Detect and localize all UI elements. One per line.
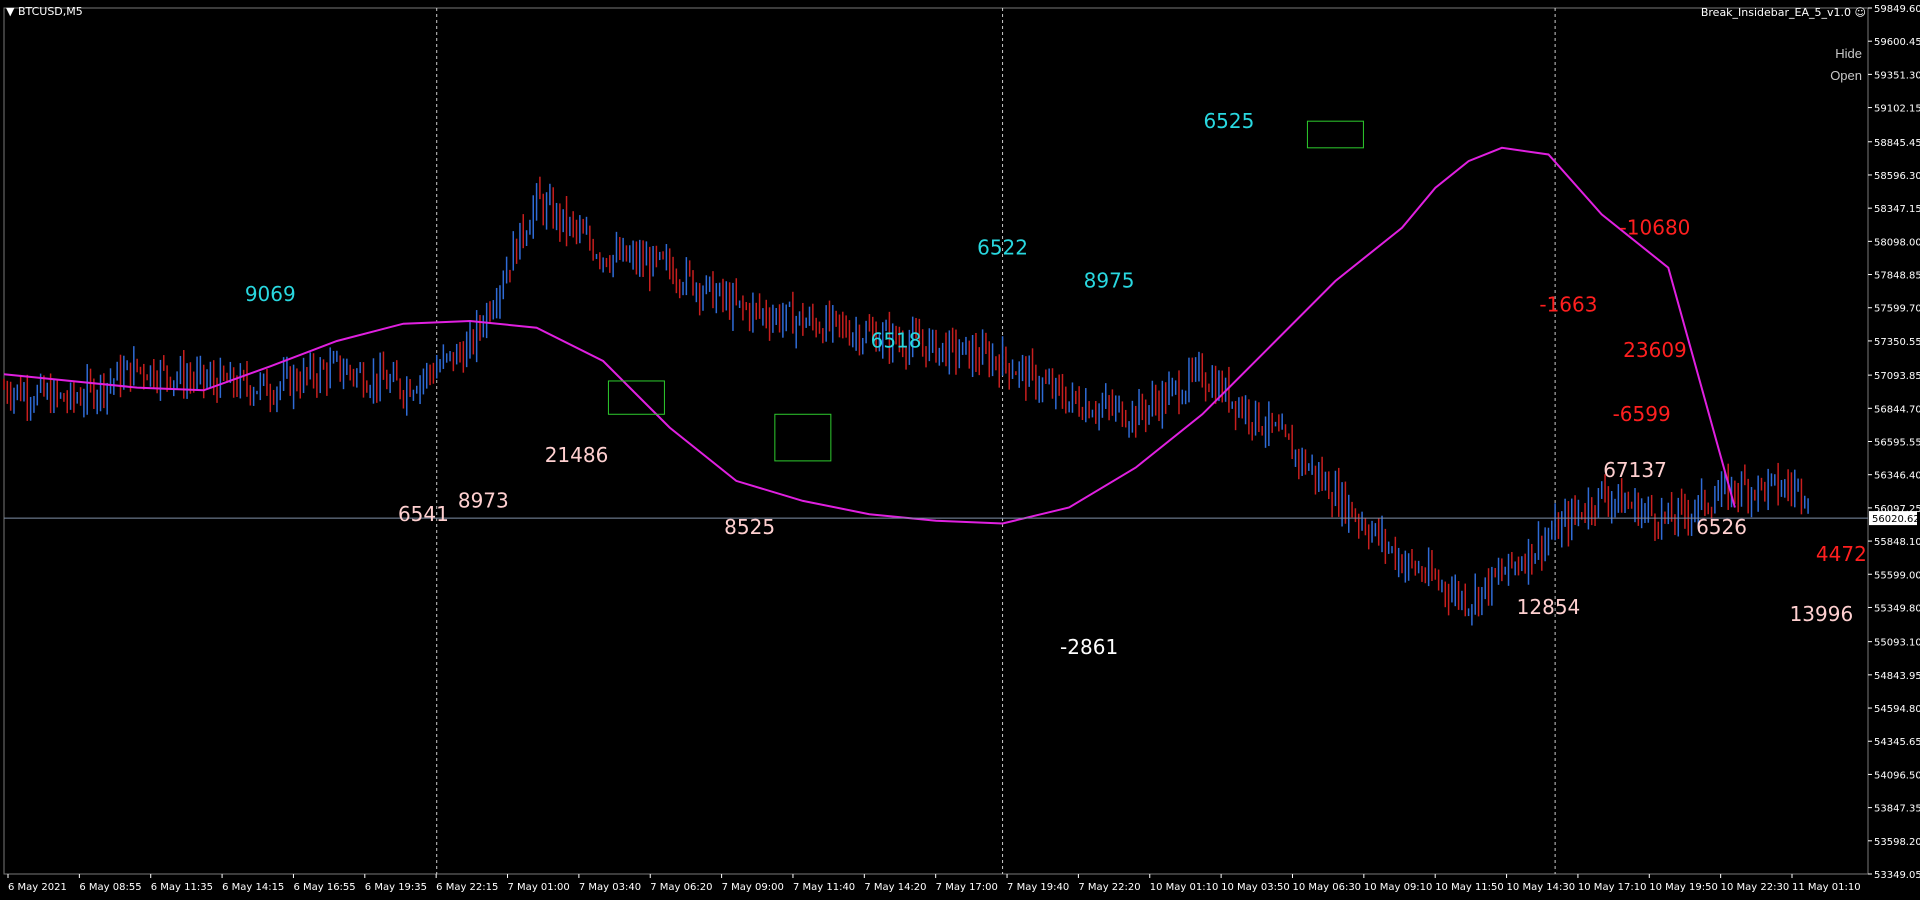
trade-profit-label: -6599	[1613, 402, 1671, 426]
y-axis-tick-label: 53349.05	[1874, 870, 1920, 881]
price-chart[interactable]: 56020.62 9069 6541 8973 21486 8525 6518 6522 897…	[0, 0, 1920, 900]
trade-profit-label: 6541	[398, 502, 449, 526]
y-axis-tick-label: 58098.00	[1874, 237, 1920, 248]
x-axis-tick-label: 10 May 14:30	[1507, 882, 1576, 893]
symbol-title-text: BTCUSD,M5	[17, 5, 83, 18]
y-axis-tick-label: 57350.55	[1874, 337, 1920, 348]
trade-profit-label: 6522	[977, 235, 1028, 259]
open-button[interactable]: Open	[1830, 68, 1862, 83]
x-axis-tick-label: 7 May 01:00	[508, 882, 570, 893]
trade-profit-label: 6518	[871, 329, 922, 353]
y-axis-tick-label: 59102.15	[1874, 104, 1920, 115]
x-axis-tick-label: 7 May 06:20	[650, 882, 712, 893]
y-axis-tick-label: 56844.70	[1874, 404, 1920, 415]
y-axis-tick-label: 56346.40	[1874, 471, 1920, 482]
y-axis-tick-label: 57848.85	[1874, 271, 1920, 282]
x-axis-tick-label: 7 May 22:20	[1078, 882, 1140, 893]
x-axis-tick-label: 7 May 11:40	[793, 882, 855, 893]
moving-average-line	[3, 146, 1736, 525]
x-axis-tick-label: 7 May 03:40	[579, 882, 641, 893]
x-axis-tick-label: 11 May 01:10	[1792, 882, 1861, 893]
y-axis-tick-label: 53598.20	[1874, 837, 1920, 848]
x-axis-tick-label: 6 May 19:35	[365, 882, 427, 893]
trade-profit-label: 12854	[1517, 595, 1581, 619]
x-axis-tick-label: 7 May 14:20	[864, 882, 926, 893]
trade-profit-label: 8975	[1084, 269, 1135, 293]
x-axis-tick-label: 10 May 11:50	[1435, 882, 1504, 893]
y-axis-tick-label: 56097.25	[1874, 504, 1920, 515]
x-axis-tick-label: 10 May 17:10	[1578, 882, 1647, 893]
trade-profit-label: 6525	[1203, 109, 1254, 133]
x-axis-tick-label: 10 May 09:10	[1364, 882, 1433, 893]
trade-profit-label: 4472	[1816, 542, 1867, 566]
y-axis-tick-label: 58347.15	[1874, 204, 1920, 215]
y-axis-tick-label: 58596.30	[1874, 171, 1920, 182]
x-axis-tick-label: 6 May 2021	[8, 882, 67, 893]
x-axis-tick-label: 7 May 17:00	[936, 882, 998, 893]
x-axis-tick-label: 10 May 03:50	[1221, 882, 1290, 893]
trade-profit-label: 6526	[1696, 515, 1747, 539]
y-axis-tick-label: 57599.70	[1874, 304, 1920, 315]
x-axis-tick-label: 7 May 09:00	[722, 882, 784, 893]
trade-profit-label: 13996	[1790, 602, 1854, 626]
inside-bar-box	[1306, 120, 1364, 149]
y-axis-tick-label: 55599.00	[1874, 570, 1920, 581]
inside-bar-box	[774, 413, 832, 462]
y-axis-tick-label: 54096.50	[1874, 770, 1920, 781]
y-axis-tick-label: 56595.55	[1874, 438, 1920, 449]
y-axis-tick-label: 55848.10	[1874, 537, 1920, 548]
trade-profit-label: 8525	[724, 515, 775, 539]
inside-bar-box	[607, 380, 665, 415]
x-axis-tick-label: 6 May 08:55	[79, 882, 141, 893]
y-axis-tick-label: 55349.80	[1874, 603, 1920, 614]
y-axis-tick-label: 55093.10	[1874, 638, 1920, 649]
dropdown-triangle-icon[interactable]: ▼	[6, 5, 18, 18]
chart-area[interactable]: 56020.62 9069 6541 8973 21486 8525 6518 6522 897…	[0, 0, 1920, 900]
symbol-title: ▼ BTCUSD,M5	[6, 5, 83, 18]
smiley-icon: ☺	[1854, 6, 1866, 19]
y-axis-tick-label: 54843.95	[1874, 671, 1920, 682]
y-axis-tick-label: 59351.30	[1874, 70, 1920, 81]
x-axis-tick-label: 10 May 06:30	[1292, 882, 1361, 893]
y-axis-tick-label: 54345.65	[1874, 737, 1920, 748]
x-axis-tick-label: 10 May 01:10	[1150, 882, 1219, 893]
current-price-value: 56020.62	[1872, 514, 1920, 525]
x-axis-tick-label: 6 May 11:35	[151, 882, 213, 893]
x-axis-tick-label: 7 May 19:40	[1007, 882, 1069, 893]
x-axis-tick-label: 6 May 14:15	[222, 882, 284, 893]
expert-advisor-label[interactable]: Break_Insidebar_EA_5_v1.0 ☺	[1701, 6, 1866, 19]
trade-profit-label: 21486	[545, 443, 609, 467]
trade-profit-label: -1663	[1539, 293, 1597, 317]
y-axis-tick-label: 53847.35	[1874, 804, 1920, 815]
trade-profit-label: 9069	[245, 282, 296, 306]
expert-advisor-name: Break_Insidebar_EA_5_v1.0	[1700, 6, 1852, 19]
y-axis-tick-label: 59600.45	[1874, 37, 1920, 48]
x-axis-tick-label: 6 May 22:15	[436, 882, 498, 893]
y-axis-tick-label: 58845.45	[1874, 138, 1920, 149]
hide-button[interactable]: Hide	[1835, 46, 1862, 61]
trade-profit-label: 67137	[1603, 458, 1667, 482]
x-axis-tick-label: 10 May 19:50	[1649, 882, 1718, 893]
trade-profit-label: 8973	[458, 489, 509, 513]
trade-profit-label: -10680	[1620, 215, 1691, 239]
x-axis-tick-label: 6 May 16:55	[293, 882, 355, 893]
x-axis-tick-label: 10 May 22:30	[1721, 882, 1790, 893]
y-axis-tick-label: 57093.85	[1874, 371, 1920, 382]
trade-profit-label: -2861	[1060, 635, 1118, 659]
trade-profit-label: 23609	[1623, 338, 1687, 362]
y-axis-tick-label: 54594.80	[1874, 704, 1920, 715]
plot-frame	[3, 7, 1869, 875]
y-axis-tick-label: 59849.60	[1874, 4, 1920, 15]
